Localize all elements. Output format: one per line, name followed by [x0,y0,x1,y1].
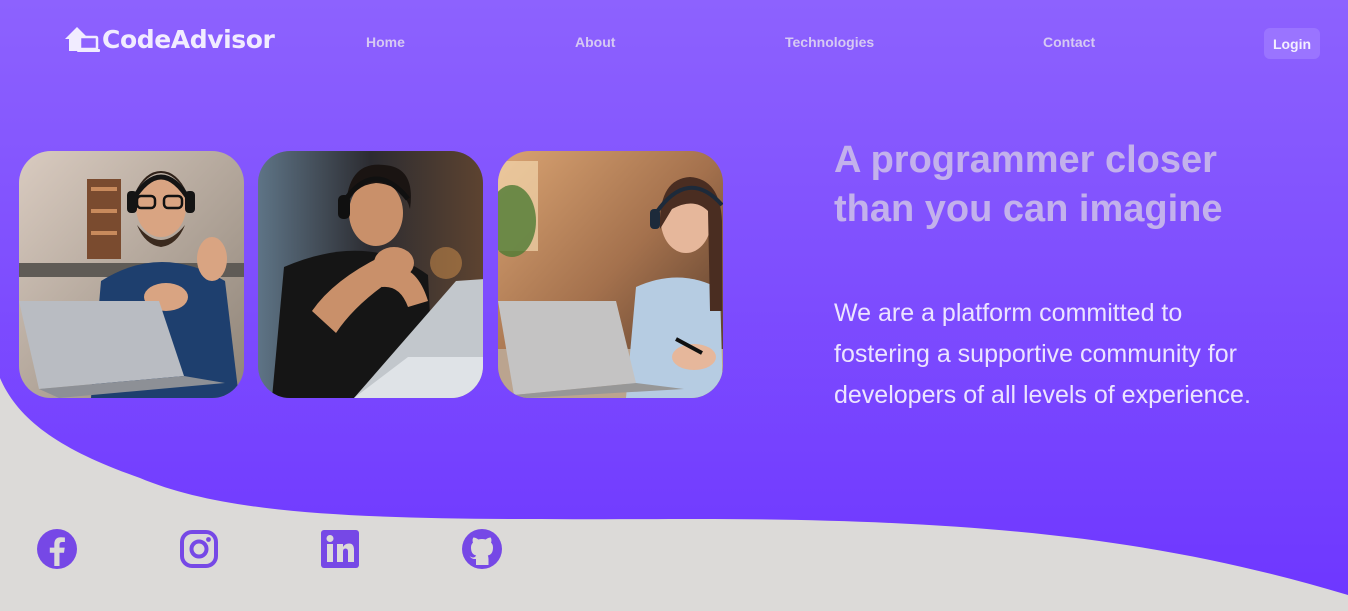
hero-description: We are a platform committed to fostering… [834,299,1251,409]
nav-contact-link[interactable]: Contact [1043,34,1095,50]
nav-home-link[interactable]: Home [366,34,405,50]
brand-name: CodeAdvisor [102,24,275,54]
photo-developer-man-headphones-laptop [19,151,244,398]
photo-developer-woman-headphones-laptop [498,151,723,398]
home-devices-logo-icon [65,27,100,52]
github-icon[interactable] [461,528,503,570]
hero-headline: A programmer closer than you can imagine [834,139,1223,230]
navbar: CodeAdvisor Home About Technologies Cont… [0,0,1348,88]
linkedin-icon[interactable] [319,528,361,570]
login-button[interactable]: Login [1264,28,1320,59]
facebook-icon[interactable] [36,528,78,570]
nav-technologies-link[interactable]: Technologies [785,34,874,50]
photo-developer-man-thinking-laptop [258,151,483,398]
instagram-icon[interactable] [178,528,220,570]
nav-about-link[interactable]: About [575,34,615,50]
brand-logo[interactable]: CodeAdvisor [64,24,275,54]
